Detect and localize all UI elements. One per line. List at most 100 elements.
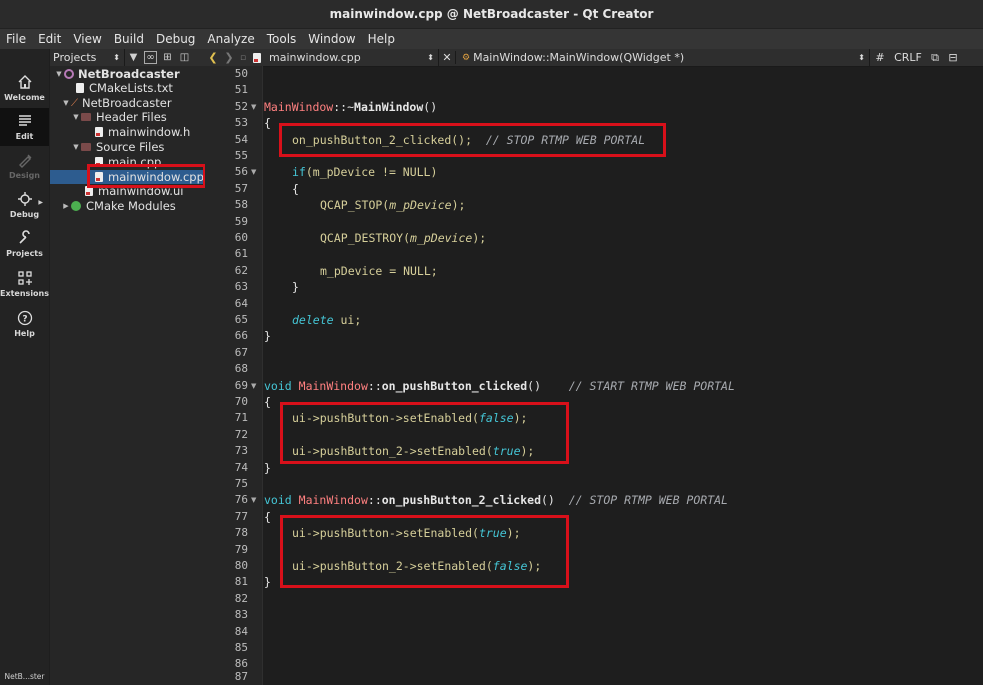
line-number: 60 [234, 231, 248, 244]
mode-help[interactable]: ? Help [0, 305, 49, 343]
line-number: 51 [234, 83, 248, 97]
editor-toolbar: ❮ ❯ ▫ mainwindow.cpp ⬍ ✕ ⚙ MainWindow::M… [205, 49, 983, 67]
line-number: 81 [234, 575, 248, 589]
expand-icon[interactable]: ▶ [61, 202, 71, 210]
back-icon[interactable]: ❮ [205, 51, 221, 64]
extensions-icon [17, 271, 32, 285]
mode-label: Extensions [0, 289, 50, 298]
hash-button[interactable]: # [870, 51, 890, 64]
tree-item-source-files[interactable]: ▼ Source Files [50, 140, 205, 154]
close-icon[interactable]: ✕ [439, 51, 456, 64]
cpp-file-icon [253, 52, 261, 63]
file-tab-label: mainwindow.cpp [269, 51, 361, 64]
line-number: 69 [234, 378, 248, 392]
split-icon[interactable]: ⊞ [159, 49, 176, 66]
folder-icon [81, 113, 91, 121]
close-pane-icon[interactable]: ◫ [176, 49, 193, 66]
fold-icon[interactable]: ▼ [251, 492, 256, 508]
tree-item-cmake-modules[interactable]: ▶ CMake Modules [50, 199, 205, 213]
line-number: 79 [234, 542, 248, 556]
tree-item-label: CMakeLists.txt [89, 81, 173, 95]
line-number: 52 [234, 99, 248, 113]
close-split-icon[interactable]: ⊟ [944, 51, 962, 64]
line-number: 61 [234, 247, 248, 261]
split-icon[interactable]: ⧉ [926, 51, 944, 65]
mode-welcome[interactable]: Welcome [0, 69, 49, 107]
line-number: 76 [234, 493, 248, 507]
mode-extensions[interactable]: Extensions [0, 265, 49, 303]
svg-text:?: ? [22, 315, 27, 325]
target-icon: ⟋ [71, 97, 78, 109]
mode-label: Help [14, 329, 35, 338]
menu-edit[interactable]: Edit [32, 32, 67, 46]
line-number: 58 [234, 198, 248, 212]
code-line: void MainWindow::on_pushButton_2_clicked… [264, 493, 728, 508]
line-ending-selector[interactable]: CRLF [890, 51, 926, 64]
code-line: MainWindow::~MainWindow() [264, 99, 438, 114]
expand-arrow-icon: ▶ [38, 199, 43, 206]
updown-icon: ⬍ [858, 53, 865, 62]
menu-file[interactable]: File [0, 32, 32, 46]
folder-icon [81, 143, 91, 151]
design-icon [18, 154, 31, 168]
code-line: { [264, 116, 271, 131]
sidebar-view-selector[interactable]: Projects ⬍ [50, 49, 125, 66]
collapse-icon[interactable]: ▼ [71, 143, 81, 151]
code-line: { [264, 395, 271, 409]
highlight-box [280, 515, 569, 588]
code-line: void MainWindow::on_pushButton_clicked()… [264, 378, 735, 393]
collapse-icon[interactable]: ▼ [61, 99, 71, 107]
tree-item-cmakelists[interactable]: CMakeLists.txt [50, 81, 205, 95]
debug-icon [17, 192, 32, 206]
tree-item-label: NetBroadcaster [78, 67, 180, 81]
forward-icon[interactable]: ❯ [221, 51, 237, 64]
tree-item-project[interactable]: ▼ NetBroadcaster [50, 67, 205, 81]
fold-icon[interactable]: ▼ [251, 378, 256, 394]
line-number: 67 [234, 345, 248, 359]
line-number: 80 [234, 559, 248, 572]
mode-bar: Welcome Edit Design Debug ▶ Projects Ext… [0, 49, 49, 685]
tree-item-header-files[interactable]: ▼ Header Files [50, 110, 205, 124]
highlight-box [280, 402, 569, 464]
filter-icon[interactable]: ▼ [125, 49, 142, 66]
file-icon [76, 83, 84, 93]
code-editor[interactable]: MainWindow::~MainWindow() { on_pushButto… [264, 66, 983, 685]
project-tree: ▼ NetBroadcaster CMakeLists.txt ▼ ⟋ NetB… [50, 66, 206, 685]
link-icon[interactable]: ∞ [142, 49, 159, 66]
collapse-icon[interactable]: ▼ [54, 70, 64, 78]
build-target-selector[interactable]: NetB...ster [0, 672, 49, 681]
mode-label: Projects [6, 249, 43, 258]
menu-analyze[interactable]: Analyze [201, 32, 260, 46]
line-number: 72 [234, 427, 248, 441]
tree-item-label: CMake Modules [86, 199, 176, 213]
code-line: } [264, 460, 271, 475]
menu-tools[interactable]: Tools [261, 32, 303, 46]
menu-window[interactable]: Window [302, 32, 361, 46]
symbol-label: MainWindow::MainWindow(QWidget *) [473, 51, 685, 64]
mode-label: Debug [9, 210, 40, 219]
collapse-icon[interactable]: ▼ [71, 113, 81, 121]
menu-help[interactable]: Help [362, 32, 401, 46]
line-number: 71 [234, 411, 248, 425]
tree-item-label: Source Files [96, 140, 165, 154]
line-number: 83 [234, 608, 248, 622]
symbol-selector[interactable]: ⚙ MainWindow::MainWindow(QWidget *) ⬍ [456, 49, 870, 66]
line-number: 64 [234, 296, 248, 310]
mode-design[interactable]: Design [0, 147, 49, 185]
menu-build[interactable]: Build [108, 32, 150, 46]
line-number: 87 [234, 670, 248, 683]
mode-label: Welcome [4, 93, 45, 102]
fold-icon[interactable]: ▼ [251, 164, 256, 180]
menu-debug[interactable]: Debug [150, 32, 201, 46]
code-line: } [292, 280, 299, 295]
tree-item-target[interactable]: ▼ ⟋ NetBroadcaster [50, 96, 205, 110]
mode-debug[interactable]: Debug ▶ [0, 186, 49, 224]
menu-view[interactable]: View [67, 32, 107, 46]
line-number: 73 [234, 444, 248, 458]
tree-item-mainwindow-h[interactable]: mainwindow.h [50, 125, 205, 139]
fold-icon[interactable]: ▼ [251, 99, 256, 115]
mode-edit[interactable]: Edit [0, 108, 49, 146]
code-line: } [264, 329, 271, 344]
file-tab-selector[interactable]: mainwindow.cpp ⬍ [249, 49, 439, 66]
mode-projects[interactable]: Projects [0, 225, 49, 263]
